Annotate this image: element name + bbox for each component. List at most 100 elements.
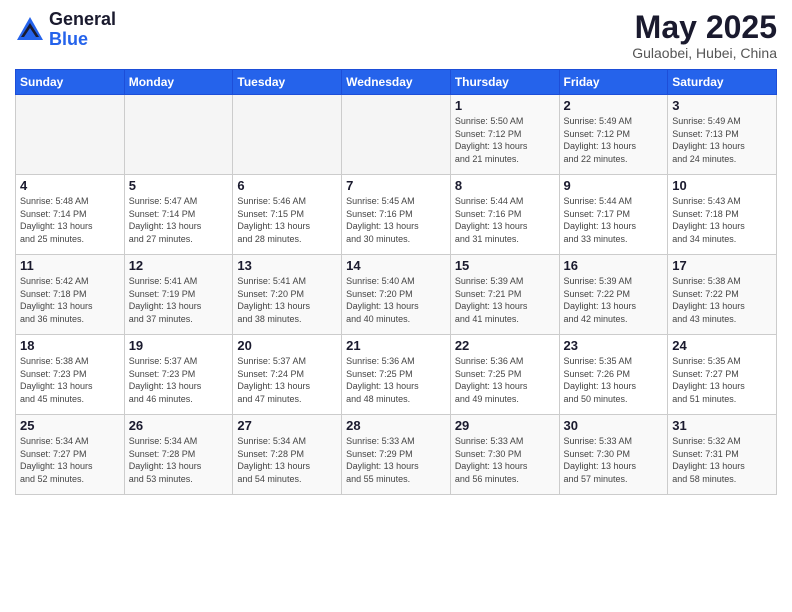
calendar-cell: 25 Sunrise: 5:34 AM Sunset: 7:27 PM Dayli… (16, 415, 125, 495)
day-number: 17 (672, 258, 772, 273)
cell-info: Sunrise: 5:46 AM Sunset: 7:15 PM Dayligh… (237, 195, 337, 245)
calendar-cell: 31 Sunrise: 5:32 AM Sunset: 7:31 PM Dayli… (668, 415, 777, 495)
day-number: 5 (129, 178, 229, 193)
calendar-cell: 26Sunrise: 5:34 AM Sunset: 7:28 PM Dayli… (124, 415, 233, 495)
col-saturday: Saturday (668, 70, 777, 95)
day-number: 14 (346, 258, 446, 273)
cell-info: Sunrise: 5:39 AM Sunset: 7:22 PM Dayligh… (564, 275, 664, 325)
cell-info: Sunrise: 5:35 AM Sunset: 7:27 PM Dayligh… (672, 355, 772, 405)
calendar-header: Sunday Monday Tuesday Wednesday Thursday… (16, 70, 777, 95)
day-number: 27 (237, 418, 337, 433)
calendar-cell: 27 Sunrise: 5:34 AM Sunset: 7:28 PM Dayli… (233, 415, 342, 495)
calendar-cell: 23Sunrise: 5:35 AM Sunset: 7:26 PM Dayli… (559, 335, 668, 415)
day-number: 30 (564, 418, 664, 433)
calendar-cell (16, 95, 125, 175)
calendar-cell: 17 Sunrise: 5:38 AM Sunset: 7:22 PM Dayli… (668, 255, 777, 335)
col-sunday: Sunday (16, 70, 125, 95)
calendar-row: 18 Sunrise: 5:38 AM Sunset: 7:23 PM Dayli… (16, 335, 777, 415)
month-title: May 2025 (632, 10, 777, 45)
calendar-cell: 15 Sunrise: 5:39 AM Sunset: 7:21 PM Dayli… (450, 255, 559, 335)
day-number: 13 (237, 258, 337, 273)
calendar-cell: 19 Sunrise: 5:37 AM Sunset: 7:23 PM Dayli… (124, 335, 233, 415)
calendar-row: 1Sunrise: 5:50 AM Sunset: 7:12 PM Daylig… (16, 95, 777, 175)
calendar-row: 11 Sunrise: 5:42 AM Sunset: 7:18 PM Dayli… (16, 255, 777, 335)
day-number: 12 (129, 258, 229, 273)
day-number: 24 (672, 338, 772, 353)
day-number: 18 (20, 338, 120, 353)
day-number: 29 (455, 418, 555, 433)
calendar-table: Sunday Monday Tuesday Wednesday Thursday… (15, 69, 777, 495)
cell-info: Sunrise: 5:47 AM Sunset: 7:14 PM Dayligh… (129, 195, 229, 245)
cell-info: Sunrise: 5:34 AM Sunset: 7:27 PM Dayligh… (20, 435, 120, 485)
day-number: 1 (455, 98, 555, 113)
calendar-cell: 22Sunrise: 5:36 AM Sunset: 7:25 PM Dayli… (450, 335, 559, 415)
cell-info: Sunrise: 5:39 AM Sunset: 7:21 PM Dayligh… (455, 275, 555, 325)
day-number: 6 (237, 178, 337, 193)
logo-blue: Blue (49, 30, 116, 50)
col-thursday: Thursday (450, 70, 559, 95)
calendar-cell: 3 Sunrise: 5:49 AM Sunset: 7:13 PM Daylig… (668, 95, 777, 175)
cell-info: Sunrise: 5:35 AM Sunset: 7:26 PM Dayligh… (564, 355, 664, 405)
page-header: General Blue May 2025 Gulaobei, Hubei, C… (15, 10, 777, 61)
day-number: 4 (20, 178, 120, 193)
day-number: 26 (129, 418, 229, 433)
day-number: 15 (455, 258, 555, 273)
col-friday: Friday (559, 70, 668, 95)
cell-info: Sunrise: 5:43 AM Sunset: 7:18 PM Dayligh… (672, 195, 772, 245)
calendar-cell: 8 Sunrise: 5:44 AM Sunset: 7:16 PM Daylig… (450, 175, 559, 255)
cell-info: Sunrise: 5:44 AM Sunset: 7:16 PM Dayligh… (455, 195, 555, 245)
cell-info: Sunrise: 5:37 AM Sunset: 7:23 PM Dayligh… (129, 355, 229, 405)
day-number: 3 (672, 98, 772, 113)
calendar-cell: 21Sunrise: 5:36 AM Sunset: 7:25 PM Dayli… (342, 335, 451, 415)
cell-info: Sunrise: 5:49 AM Sunset: 7:13 PM Dayligh… (672, 115, 772, 165)
logo: General Blue (15, 10, 116, 50)
cell-info: Sunrise: 5:32 AM Sunset: 7:31 PM Dayligh… (672, 435, 772, 485)
day-number: 10 (672, 178, 772, 193)
cell-info: Sunrise: 5:45 AM Sunset: 7:16 PM Dayligh… (346, 195, 446, 245)
calendar-cell: 5 Sunrise: 5:47 AM Sunset: 7:14 PM Daylig… (124, 175, 233, 255)
calendar-cell: 20Sunrise: 5:37 AM Sunset: 7:24 PM Dayli… (233, 335, 342, 415)
day-number: 2 (564, 98, 664, 113)
day-number: 11 (20, 258, 120, 273)
cell-info: Sunrise: 5:38 AM Sunset: 7:22 PM Dayligh… (672, 275, 772, 325)
cell-info: Sunrise: 5:33 AM Sunset: 7:30 PM Dayligh… (564, 435, 664, 485)
cell-info: Sunrise: 5:34 AM Sunset: 7:28 PM Dayligh… (237, 435, 337, 485)
cell-info: Sunrise: 5:41 AM Sunset: 7:19 PM Dayligh… (129, 275, 229, 325)
day-number: 28 (346, 418, 446, 433)
calendar-cell: 24 Sunrise: 5:35 AM Sunset: 7:27 PM Dayli… (668, 335, 777, 415)
day-number: 19 (129, 338, 229, 353)
cell-info: Sunrise: 5:42 AM Sunset: 7:18 PM Dayligh… (20, 275, 120, 325)
calendar-cell: 2 Sunrise: 5:49 AM Sunset: 7:12 PM Daylig… (559, 95, 668, 175)
calendar-cell: 14 Sunrise: 5:40 AM Sunset: 7:20 PM Dayli… (342, 255, 451, 335)
cell-info: Sunrise: 5:48 AM Sunset: 7:14 PM Dayligh… (20, 195, 120, 245)
calendar-cell: 4 Sunrise: 5:48 AM Sunset: 7:14 PM Daylig… (16, 175, 125, 255)
calendar-cell: 12 Sunrise: 5:41 AM Sunset: 7:19 PM Dayli… (124, 255, 233, 335)
calendar-row: 4 Sunrise: 5:48 AM Sunset: 7:14 PM Daylig… (16, 175, 777, 255)
day-number: 20 (237, 338, 337, 353)
calendar-cell: 28 Sunrise: 5:33 AM Sunset: 7:29 PM Dayli… (342, 415, 451, 495)
cell-info: Sunrise: 5:49 AM Sunset: 7:12 PM Dayligh… (564, 115, 664, 165)
calendar-cell: 7Sunrise: 5:45 AM Sunset: 7:16 PM Daylig… (342, 175, 451, 255)
title-section: May 2025 Gulaobei, Hubei, China (632, 10, 777, 61)
calendar-cell: 29 Sunrise: 5:33 AM Sunset: 7:30 PM Dayli… (450, 415, 559, 495)
calendar-cell: 11 Sunrise: 5:42 AM Sunset: 7:18 PM Dayli… (16, 255, 125, 335)
col-wednesday: Wednesday (342, 70, 451, 95)
day-number: 8 (455, 178, 555, 193)
day-number: 25 (20, 418, 120, 433)
calendar-body: 1Sunrise: 5:50 AM Sunset: 7:12 PM Daylig… (16, 95, 777, 495)
cell-info: Sunrise: 5:36 AM Sunset: 7:25 PM Dayligh… (455, 355, 555, 405)
calendar-cell: 1Sunrise: 5:50 AM Sunset: 7:12 PM Daylig… (450, 95, 559, 175)
col-tuesday: Tuesday (233, 70, 342, 95)
cell-info: Sunrise: 5:40 AM Sunset: 7:20 PM Dayligh… (346, 275, 446, 325)
logo-icon (15, 15, 45, 45)
calendar-cell: 6 Sunrise: 5:46 AM Sunset: 7:15 PM Daylig… (233, 175, 342, 255)
cell-info: Sunrise: 5:33 AM Sunset: 7:29 PM Dayligh… (346, 435, 446, 485)
cell-info: Sunrise: 5:36 AM Sunset: 7:25 PM Dayligh… (346, 355, 446, 405)
day-number: 31 (672, 418, 772, 433)
logo-text: General Blue (49, 10, 116, 50)
calendar-cell: 9Sunrise: 5:44 AM Sunset: 7:17 PM Daylig… (559, 175, 668, 255)
calendar-cell: 13Sunrise: 5:41 AM Sunset: 7:20 PM Dayli… (233, 255, 342, 335)
cell-info: Sunrise: 5:38 AM Sunset: 7:23 PM Dayligh… (20, 355, 120, 405)
cell-info: Sunrise: 5:33 AM Sunset: 7:30 PM Dayligh… (455, 435, 555, 485)
calendar-cell (124, 95, 233, 175)
